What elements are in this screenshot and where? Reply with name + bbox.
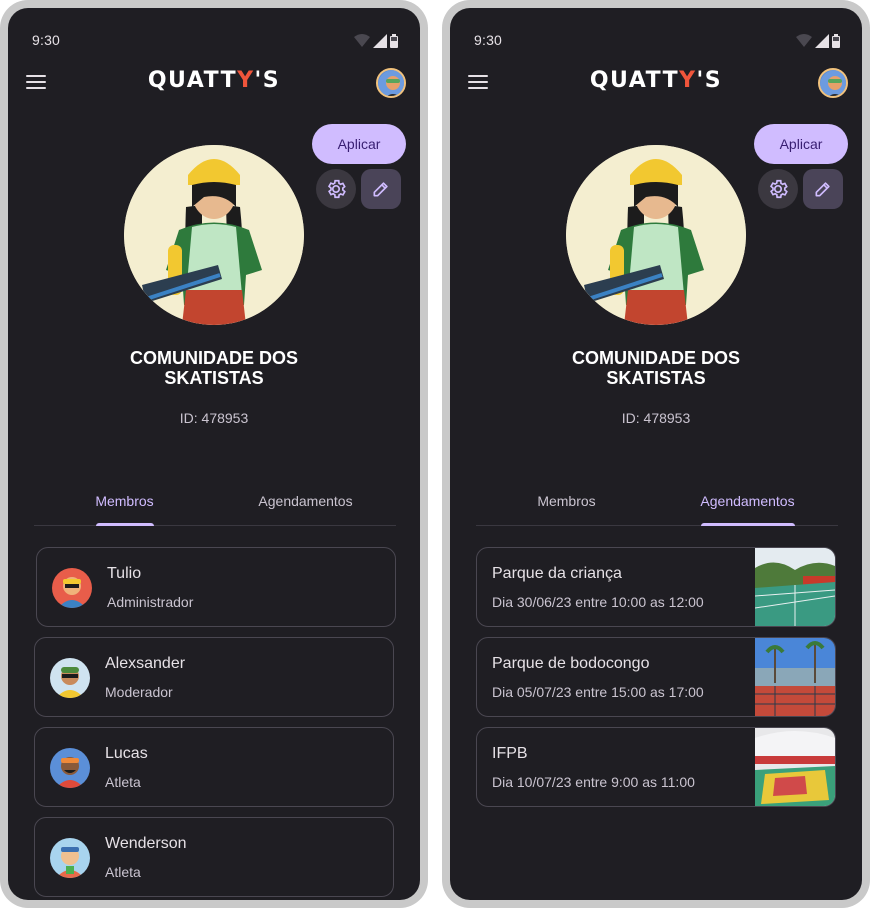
member-role: Atleta xyxy=(105,774,141,790)
schedule-card[interactable]: Parque da criança Dia 30/06/23 entre 10:… xyxy=(476,547,836,627)
member-card[interactable]: Wenderson Atleta xyxy=(34,817,394,897)
app-logo: QUATTY'S xyxy=(147,68,281,93)
tab-schedules[interactable]: Agendamentos xyxy=(215,480,396,525)
member-card[interactable]: Alexsander Moderador xyxy=(34,637,394,717)
schedule-photo xyxy=(755,638,835,716)
member-avatar xyxy=(52,568,92,608)
status-time: 9:30 xyxy=(32,32,61,48)
app-screen: 9:30 QUATTY'S Aplicar COMUNIDADE DOS SKA… xyxy=(8,8,420,900)
schedule-place: IFPB xyxy=(492,745,528,762)
community-avatar xyxy=(124,145,304,325)
pencil-icon xyxy=(373,182,388,197)
settings-button[interactable] xyxy=(316,169,356,209)
tab-schedules[interactable]: Agendamentos xyxy=(657,480,838,526)
settings-button[interactable] xyxy=(758,169,798,209)
signal-icon xyxy=(373,34,387,48)
schedule-date: Dia 30/06/23 entre 10:00 as 12:00 xyxy=(492,594,704,610)
status-icons xyxy=(796,34,840,48)
schedule-photo xyxy=(755,728,835,806)
member-name: Tulio xyxy=(107,565,142,582)
schedule-date: Dia 05/07/23 entre 15:00 as 17:00 xyxy=(492,684,704,700)
member-role: Administrador xyxy=(107,594,194,610)
app-screen: 9:30 QUATTY'S Aplicar COMUNIDADE DOS SKA… xyxy=(450,8,862,900)
wifi-icon xyxy=(354,34,370,47)
schedule-card[interactable]: Parque de bodocongo Dia 05/07/23 entre 1… xyxy=(476,637,836,717)
gear-icon xyxy=(769,179,788,199)
apply-button[interactable]: Aplicar xyxy=(754,124,848,164)
tab-bar: Membros Agendamentos xyxy=(476,480,838,526)
signal-icon xyxy=(815,34,829,48)
member-name: Wenderson xyxy=(105,835,187,852)
schedule-card[interactable]: IFPB Dia 10/07/23 entre 9:00 as 11:00 xyxy=(476,727,836,807)
member-role: Atleta xyxy=(105,864,141,880)
member-card[interactable]: Tulio Administrador xyxy=(36,547,396,627)
schedule-photo xyxy=(755,548,835,626)
phone-schedules-view: 9:30 QUATTY'S Aplicar COMUNIDADE DOS SKA… xyxy=(442,0,870,908)
member-card[interactable]: Lucas Atleta xyxy=(34,727,394,807)
schedule-place: Parque da criança xyxy=(492,565,622,582)
app-logo: QUATTY'S xyxy=(589,68,723,93)
edit-button[interactable] xyxy=(803,169,843,209)
battery-icon xyxy=(832,34,840,48)
community-id: ID: 478953 xyxy=(179,410,249,426)
user-avatar[interactable] xyxy=(376,68,406,98)
gear-icon xyxy=(327,179,346,199)
tab-members[interactable]: Membros xyxy=(476,480,657,525)
community-name: COMUNIDADE DOS SKATISTAS xyxy=(129,348,298,388)
pencil-icon xyxy=(815,182,830,197)
phone-members-view: 9:30 QUATTY'S Aplicar COMUNIDADE DOS SKA… xyxy=(0,0,428,908)
community-id: ID: 478953 xyxy=(621,410,691,426)
status-time: 9:30 xyxy=(474,32,503,48)
user-avatar[interactable] xyxy=(818,68,848,98)
member-avatar xyxy=(50,838,90,878)
schedule-date: Dia 10/07/23 entre 9:00 as 11:00 xyxy=(492,774,695,790)
schedule-place: Parque de bodocongo xyxy=(492,655,650,672)
tab-bar: Membros Agendamentos xyxy=(34,480,396,526)
battery-icon xyxy=(390,34,398,48)
community-name: COMUNIDADE DOS SKATISTAS xyxy=(571,348,740,388)
member-role: Moderador xyxy=(105,684,173,700)
status-icons xyxy=(354,34,398,48)
apply-button[interactable]: Aplicar xyxy=(312,124,406,164)
member-name: Lucas xyxy=(105,745,148,762)
wifi-icon xyxy=(796,34,812,47)
tab-members[interactable]: Membros xyxy=(34,480,215,526)
community-avatar xyxy=(566,145,746,325)
member-name: Alexsander xyxy=(105,655,186,672)
member-avatar xyxy=(50,658,90,698)
edit-button[interactable] xyxy=(361,169,401,209)
member-avatar xyxy=(50,748,90,788)
